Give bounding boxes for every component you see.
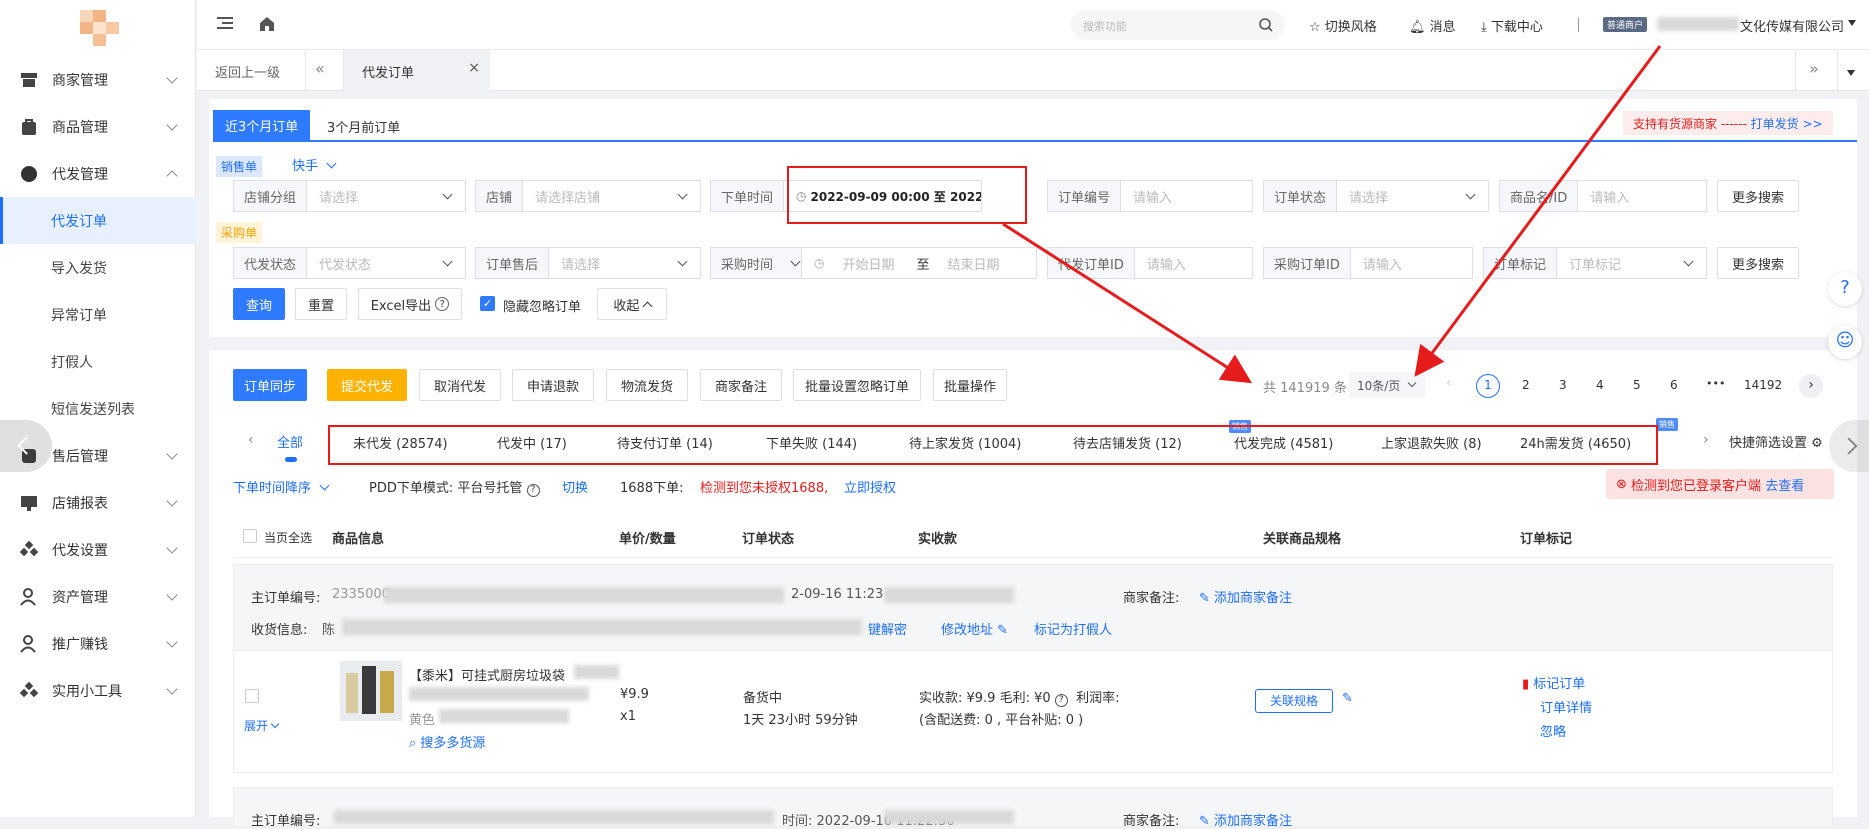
arrow-2 (1414, 45, 1662, 377)
annotation-arrows (1002, 45, 1662, 384)
arrow-1 (1002, 222, 1253, 384)
